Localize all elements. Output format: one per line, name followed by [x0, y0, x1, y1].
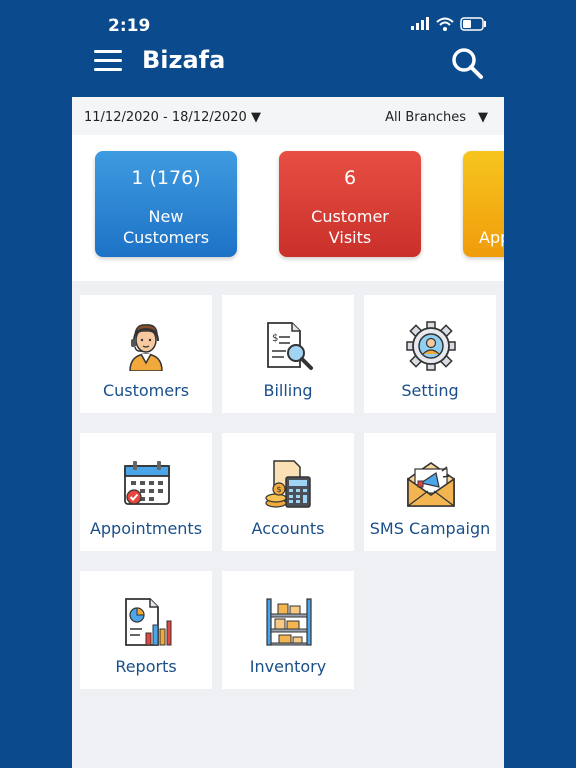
tile-customers[interactable]: Customers	[80, 295, 212, 413]
tile-accounts[interactable]: $ Accounts	[222, 433, 354, 551]
app-header: Bizafa	[0, 40, 576, 96]
stat-value: 1 (176)	[131, 167, 201, 189]
tile-label: Reports	[115, 657, 177, 676]
stat-card-new-customers[interactable]: 1 (176) New Customers	[95, 151, 237, 257]
tile-label: Inventory	[249, 657, 327, 676]
tile-appointments[interactable]: Appointments	[80, 433, 212, 551]
svg-text:$: $	[272, 333, 278, 344]
tile-inventory[interactable]: Inventory	[222, 571, 354, 689]
gear-user-icon	[406, 321, 456, 371]
search-button[interactable]	[450, 46, 484, 80]
stat-label-line: Customers	[122, 228, 210, 247]
calculator-money-icon: $	[265, 460, 311, 508]
tile-billing[interactable]: $ Billing	[222, 295, 354, 413]
hamburger-icon	[94, 50, 122, 53]
tile-sms-campaign[interactable]: SMS Campaign	[364, 433, 496, 551]
battery-icon	[460, 17, 486, 31]
tile-label: Setting	[401, 381, 459, 400]
caret-down-icon: ▼	[478, 110, 488, 125]
status-time: 2:19	[108, 16, 151, 36]
main-panel: 11/12/2020 - 18/12/2020 ▼ All Branches ▼…	[72, 97, 504, 768]
tile-setting[interactable]: Setting	[364, 295, 496, 413]
invoice-search-icon: $	[267, 322, 313, 370]
hamburger-icon	[94, 59, 122, 62]
stats-strip[interactable]: 1 (176) New Customers 6 Customer Visits …	[72, 135, 504, 281]
report-chart-icon	[125, 598, 172, 646]
stat-label-line: Customer	[311, 207, 389, 226]
menu-button[interactable]	[94, 50, 122, 74]
date-range-text: 11/12/2020 - 18/12/2020	[84, 110, 247, 125]
tile-label: Customers	[102, 381, 190, 400]
caret-down-icon: ▼	[250, 110, 261, 125]
warehouse-shelves-icon	[266, 598, 312, 646]
tile-label: Accounts	[251, 519, 325, 538]
wifi-icon	[436, 17, 454, 31]
app-title: Bizafa	[142, 46, 226, 74]
stat-label-line: Visits	[328, 228, 372, 247]
tile-reports[interactable]: Reports	[80, 571, 212, 689]
branch-text: All Branches	[385, 110, 466, 125]
branch-select[interactable]: All Branches ▼	[385, 110, 488, 125]
stat-label: New Customers	[95, 206, 237, 248]
tile-label: Appointments	[89, 519, 203, 538]
stat-card-customer-visits[interactable]: 6 Customer Visits	[279, 151, 421, 257]
envelope-megaphone-icon	[407, 462, 455, 507]
search-icon	[452, 48, 483, 79]
stat-card-appointments[interactable]: App	[463, 151, 504, 257]
tile-label: Billing	[263, 381, 313, 400]
svg-text:$: $	[277, 485, 282, 494]
calendar-icon	[124, 461, 170, 505]
stat-label: Customer Visits	[279, 206, 421, 248]
customer-service-icon	[129, 324, 163, 371]
stat-label-line: New	[148, 207, 184, 226]
date-range-select[interactable]: 11/12/2020 - 18/12/2020 ▼	[84, 110, 261, 125]
tile-label: SMS Campaign	[369, 519, 491, 538]
status-icons	[410, 17, 488, 31]
hamburger-icon	[94, 68, 122, 71]
signal-icon	[411, 17, 429, 30]
stat-value: 6	[343, 167, 357, 189]
filter-bar: 11/12/2020 - 18/12/2020 ▼ All Branches ▼	[72, 97, 504, 135]
stat-label: App	[479, 228, 504, 247]
